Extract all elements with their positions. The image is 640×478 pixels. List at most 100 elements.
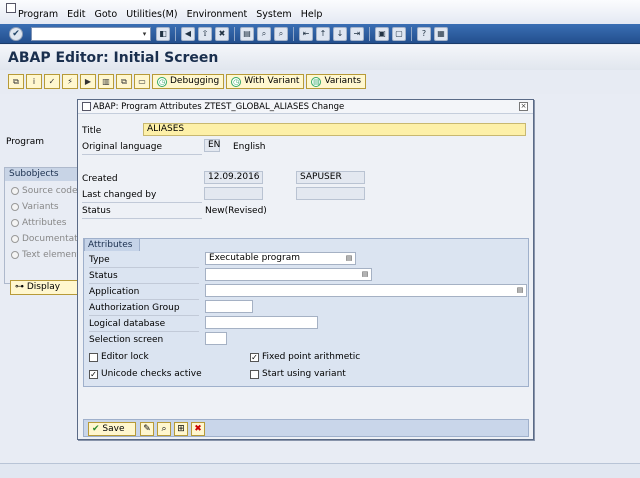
customize-icon[interactable]: ▦ (434, 27, 448, 41)
close-icon[interactable]: × (519, 102, 528, 111)
start-variant-checkbox[interactable]: Start using variant (250, 369, 346, 379)
print-icon[interactable]: ▤ (240, 27, 254, 41)
help-icon[interactable]: ? (417, 27, 431, 41)
find-next-icon[interactable]: ⌕ (274, 27, 288, 41)
command-input[interactable] (32, 28, 140, 40)
window-menu-icon[interactable] (6, 3, 16, 13)
check-icon[interactable]: ✓ (44, 74, 60, 89)
next-page-icon[interactable]: ↓ (333, 27, 347, 41)
radio-source-code[interactable]: Source code (11, 186, 77, 196)
exit-icon[interactable]: ⇧ (198, 27, 212, 41)
radio-variants[interactable]: Variants (11, 202, 59, 212)
program-label: Program (6, 137, 44, 147)
separator (234, 27, 235, 41)
save-icon[interactable]: ◧ (156, 27, 170, 41)
divider (89, 283, 199, 284)
menu-system[interactable]: System (256, 9, 291, 20)
editor-lock-label: Editor lock (101, 352, 149, 362)
prev-page-icon[interactable]: ↑ (316, 27, 330, 41)
dropdown-icon[interactable]: ▤ (361, 270, 369, 279)
new-session-icon[interactable]: ▣ (375, 27, 389, 41)
save-label: Save (102, 424, 125, 434)
menu-utilities[interactable]: Utilities(M) (126, 9, 177, 20)
where-used-icon[interactable]: ⧉ (8, 74, 24, 89)
menu-program[interactable]: Program (18, 9, 58, 20)
checkbox-icon (89, 352, 98, 362)
test-icon[interactable]: ▶ (80, 74, 96, 89)
separator (175, 27, 176, 41)
last-changed-by-field (296, 187, 365, 200)
menu-list: Program Edit Goto Utilities(M) Environme… (18, 9, 322, 20)
title-field[interactable]: ALIASES (143, 123, 526, 136)
title-label: Title (82, 126, 102, 136)
checkbox-icon (250, 369, 259, 379)
radio-icon (11, 219, 19, 227)
page-title: ABAP Editor: Initial Screen (8, 50, 219, 66)
dialog-footer: ✔ Save ✎ ⌕ ⊞ ✖ (83, 419, 529, 437)
dialog-title: ABAP: Program Attributes ZTEST_GLOBAL_AL… (93, 102, 345, 112)
divider (82, 218, 202, 219)
cancel-icon[interactable]: ✖ (191, 422, 205, 436)
radio-text-elements[interactable]: Text elements (11, 250, 85, 260)
original-language-label: Original language (82, 142, 162, 152)
last-page-icon[interactable]: ⇥ (350, 27, 364, 41)
separator (369, 27, 370, 41)
fixed-point-checkbox[interactable]: ✓ Fixed point arithmetic (250, 352, 360, 362)
find-icon[interactable]: ⌕ (257, 27, 271, 41)
variants-button[interactable]: ▤ Variants (306, 74, 367, 89)
enter-check-icon[interactable]: ✔ (9, 27, 23, 41)
radio-icon (11, 251, 19, 259)
variants-label: Variants (324, 76, 362, 86)
command-history-icon[interactable]: ▾ (140, 29, 149, 39)
save-button[interactable]: ✔ Save (88, 422, 136, 436)
radio-attributes[interactable]: Attributes (11, 218, 66, 228)
logical-database-field[interactable] (205, 316, 318, 329)
unicode-checks-label: Unicode checks active (101, 369, 202, 379)
editor-lock-checkbox[interactable]: Editor lock (89, 352, 149, 362)
checkmark-icon: ✔ (92, 424, 100, 434)
hierarchy-icon[interactable]: ⊞ (174, 422, 188, 436)
rename-icon[interactable]: ▭ (134, 74, 150, 89)
last-changed-date-field (204, 187, 263, 200)
checkbox-icon: ✓ (89, 369, 98, 379)
application-toolbar-icons: ⧉ i ✓ ⚡ ▶ ▥ ⧉ ▭ ◷ Debugging ◷ With Varia… (8, 74, 367, 89)
type-value: Executable program (209, 253, 300, 263)
dropdown-icon[interactable]: ▤ (345, 254, 353, 263)
start-variant-label: Start using variant (262, 369, 346, 379)
search-icon[interactable]: ⌕ (157, 422, 171, 436)
display-button[interactable]: ⊶ Display (10, 280, 80, 295)
menu-edit[interactable]: Edit (67, 9, 85, 20)
type-select[interactable]: Executable program ▤ (205, 252, 356, 265)
application-select[interactable]: ▤ (205, 284, 527, 297)
unicode-checks-checkbox[interactable]: ✓ Unicode checks active (89, 369, 202, 379)
separator (293, 27, 294, 41)
divider (89, 315, 199, 316)
edit-icon[interactable]: ✎ (140, 422, 154, 436)
delete-icon[interactable]: ▥ (98, 74, 114, 89)
cancel-icon[interactable]: ✖ (215, 27, 229, 41)
dropdown-icon[interactable]: ▤ (516, 286, 524, 295)
activate-icon[interactable]: ⚡ (62, 74, 78, 89)
menu-help[interactable]: Help (301, 9, 323, 20)
status-select[interactable]: ▤ (205, 268, 372, 281)
system-toolbar-icons: ◧ ◀ ⇧ ✖ ▤ ⌕ ⌕ ⇤ ↑ ↓ ⇥ ▣ ▢ ? ▦ (156, 27, 448, 41)
type-label: Type (89, 255, 110, 265)
with-variant-button[interactable]: ◷ With Variant (226, 74, 305, 89)
status-value: New(Revised) (205, 206, 267, 216)
shortcut-icon[interactable]: ▢ (392, 27, 406, 41)
command-field[interactable]: ▾ (31, 27, 151, 41)
first-page-icon[interactable]: ⇤ (299, 27, 313, 41)
original-language-name: English (233, 142, 266, 152)
selection-screen-label: Selection screen (89, 335, 164, 345)
back-icon[interactable]: ◀ (181, 27, 195, 41)
radio-icon (11, 235, 19, 243)
authorization-group-field[interactable] (205, 300, 253, 313)
info-icon[interactable]: i (26, 74, 42, 89)
display-label: Display (26, 282, 61, 292)
debugging-button[interactable]: ◷ Debugging (152, 74, 225, 89)
menu-environment[interactable]: Environment (187, 9, 248, 20)
original-language-code: EN (204, 139, 220, 152)
selection-screen-field[interactable] (205, 332, 227, 345)
copy-icon[interactable]: ⧉ (116, 74, 132, 89)
menu-goto[interactable]: Goto (95, 9, 118, 20)
